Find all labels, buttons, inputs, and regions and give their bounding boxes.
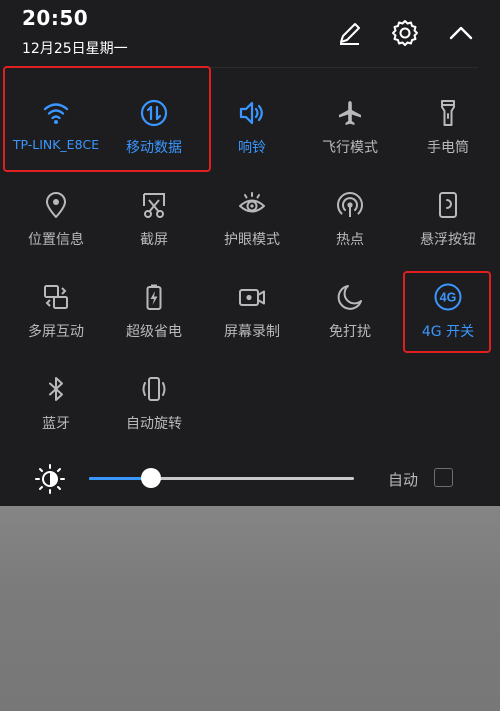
auto-brightness-checkbox[interactable]	[434, 468, 453, 487]
tile-multi-screen[interactable]: 多屏互动	[6, 269, 106, 361]
brightness-slider[interactable]	[89, 468, 354, 488]
tile-location[interactable]: 位置信息	[6, 177, 106, 269]
tile-bluetooth[interactable]: 蓝牙	[6, 361, 106, 453]
settings-icon[interactable]	[390, 18, 420, 48]
slider-thumb[interactable]	[141, 468, 162, 488]
tile-floating-button[interactable]: 悬浮按钮	[398, 177, 498, 269]
auto-rotate-icon	[138, 373, 170, 405]
bluetooth-icon	[40, 373, 72, 405]
tile-label: 护眼模式	[224, 232, 280, 248]
tile-screenshot[interactable]: 截屏	[104, 177, 204, 269]
tile-label: 自动旋转	[126, 416, 182, 432]
tile-auto-rotate[interactable]: 自动旋转	[104, 361, 204, 453]
tile-label: 手电筒	[427, 140, 469, 156]
tile-label: 4G 开关	[421, 324, 475, 340]
tile-screen-record[interactable]: 屏幕录制	[202, 269, 302, 361]
wifi-icon	[40, 97, 72, 129]
multiscreen-icon	[40, 281, 72, 313]
screen-record-icon	[236, 281, 268, 313]
quick-settings-panel: 20:50 12月25日星期一 TP-LINK_E8CE 移动数据 响铃 飞行模式 手电…	[0, 0, 500, 506]
tile-ring[interactable]: 响铃	[202, 85, 302, 177]
svg-text:4G: 4G	[440, 290, 457, 304]
tile-label: 屏幕录制	[224, 324, 280, 340]
tile-4g-toggle[interactable]: 4G 4G 开关	[398, 269, 498, 361]
tile-do-not-disturb[interactable]: 免打扰	[300, 269, 400, 361]
location-icon	[40, 189, 72, 221]
floating-button-icon	[432, 189, 464, 221]
tile-mobile-data[interactable]: 移动数据	[104, 85, 204, 177]
tile-label: 蓝牙	[42, 416, 70, 432]
battery-saver-icon	[138, 281, 170, 313]
tile-label: 飞行模式	[322, 140, 378, 156]
tile-label: 悬浮按钮	[420, 232, 476, 248]
tile-label: 免打扰	[329, 324, 371, 340]
moon-icon	[334, 281, 366, 313]
airplane-icon	[334, 97, 366, 129]
edit-icon[interactable]	[335, 18, 365, 48]
header-divider	[22, 67, 478, 68]
status-date: 12月25日星期一	[22, 41, 128, 57]
4g-icon: 4G	[432, 281, 464, 313]
status-time: 20:50	[22, 6, 89, 30]
tile-label: 响铃	[238, 140, 266, 156]
ring-icon	[236, 97, 268, 129]
tile-super-power-saving[interactable]: 超级省电	[104, 269, 204, 361]
screenshot-icon	[138, 189, 170, 221]
tile-label: 移动数据	[126, 140, 182, 156]
tile-label: 超级省电	[126, 324, 182, 340]
auto-brightness-label: 自动	[388, 471, 419, 489]
collapse-chevron-icon[interactable]	[446, 18, 476, 48]
tile-airplane-mode[interactable]: 飞行模式	[300, 85, 400, 177]
tile-label: 多屏互动	[28, 324, 84, 340]
tile-wifi[interactable]: TP-LINK_E8CE	[6, 85, 106, 177]
tile-label: 热点	[336, 232, 364, 248]
flashlight-icon	[432, 97, 464, 129]
tile-eye-comfort[interactable]: 护眼模式	[202, 177, 302, 269]
tile-flashlight[interactable]: 手电筒	[398, 85, 498, 177]
tile-label: TP-LINK_E8CE	[12, 137, 100, 152]
brightness-icon	[34, 463, 66, 495]
background-shade	[0, 506, 500, 711]
tile-hotspot[interactable]: 热点	[300, 177, 400, 269]
tile-label: 位置信息	[28, 232, 84, 248]
hotspot-icon	[334, 189, 366, 221]
tile-label: 截屏	[140, 232, 168, 248]
mobile-data-icon	[138, 97, 170, 129]
eye-icon	[236, 189, 268, 221]
